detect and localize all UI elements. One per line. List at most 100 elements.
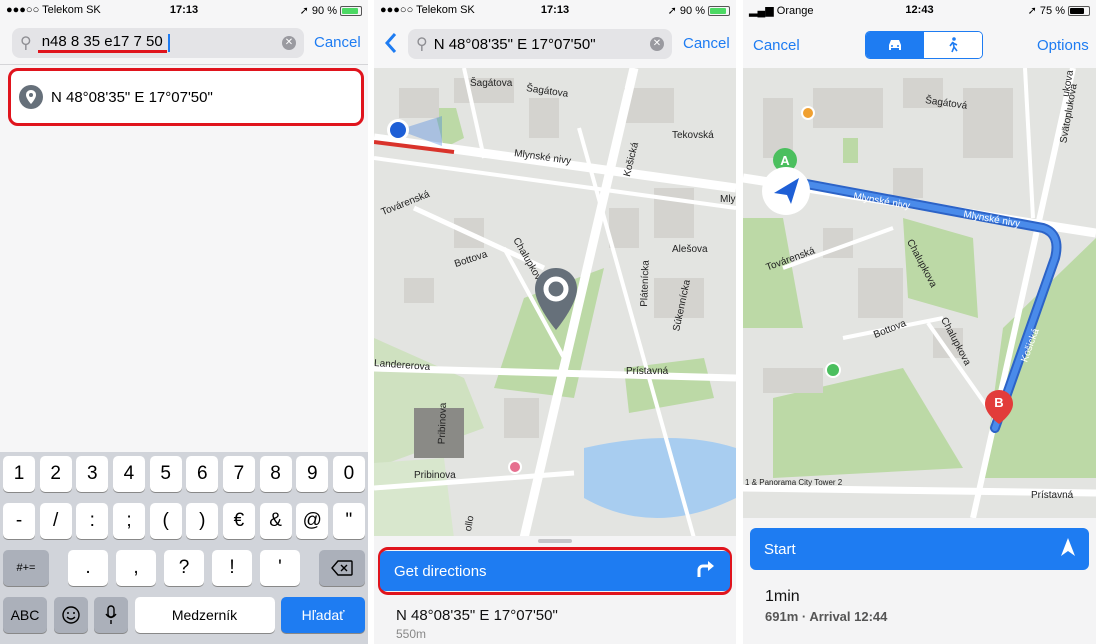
search-screen: ●●●○○ Telekom SK 17:13 ➚ 90 % ⚲ n48 8 35… xyxy=(0,0,368,644)
road-label: 1 & Panorama City Tower 2 xyxy=(745,478,843,487)
key-row1-6[interactable]: 7 xyxy=(222,456,255,492)
key-row2-1[interactable]: / xyxy=(39,503,72,539)
battery-status: ➚ 90 % xyxy=(668,4,730,17)
microphone-key[interactable] xyxy=(94,597,128,633)
location-pin-icon xyxy=(19,85,43,109)
key-row2-3[interactable]: ; xyxy=(112,503,145,539)
backspace-key[interactable] xyxy=(319,550,365,586)
keyboard: 1234567890 - /:;() € & @ " #+= .,?! ' ABC Medz… xyxy=(0,452,368,644)
key-row2-7[interactable]: & xyxy=(259,503,292,539)
status-bar: ●●●○○ Telekom SK 17:13 ➚ 90 % xyxy=(0,0,368,20)
map-view[interactable]: Šagátova Šagátova Tekovská Mlynské nivy … xyxy=(374,68,736,538)
key-row1-0[interactable]: 1 xyxy=(3,456,35,492)
back-icon[interactable] xyxy=(384,32,398,59)
key-row1-3[interactable]: 4 xyxy=(112,456,145,492)
battery-icon xyxy=(1068,5,1090,16)
map-place-screen: ●●●○○ Telekom SK 17:13 ➚ 90 % ⚲ N 48°08'… xyxy=(374,0,736,644)
clear-icon[interactable]: ✕ xyxy=(650,37,664,51)
cancel-button[interactable]: Cancel xyxy=(753,37,800,54)
car-mode-button[interactable] xyxy=(866,32,924,58)
cancel-button[interactable]: Cancel xyxy=(683,35,730,52)
carrier-label: ▂▄▆ Orange xyxy=(749,4,814,17)
key-row1-9[interactable]: 0 xyxy=(332,456,365,492)
road-label: Pribinova xyxy=(436,402,450,445)
cancel-button[interactable]: Cancel xyxy=(314,34,361,51)
map-canvas xyxy=(743,68,1096,518)
key-row1-1[interactable]: 2 xyxy=(39,456,72,492)
start-label: Start xyxy=(764,540,796,558)
battery-icon xyxy=(340,5,362,16)
options-button[interactable]: Options xyxy=(1037,37,1089,54)
search-query: N 48°08'35" E 17°07'50" xyxy=(433,35,596,53)
text-cursor xyxy=(167,34,170,52)
place-name: N 48°08'35" E 17°07'50" xyxy=(396,607,558,624)
navigation-arrow-icon xyxy=(761,166,811,221)
get-directions-button[interactable]: Get directions xyxy=(380,551,730,591)
key-row3-0[interactable]: . xyxy=(68,550,108,586)
battery-icon xyxy=(708,5,730,16)
key-row2-5[interactable]: ) xyxy=(186,503,219,539)
key-row2-6[interactable]: € xyxy=(222,503,255,539)
drag-handle[interactable] xyxy=(538,539,572,543)
search-result-item[interactable]: N 48°08'35" E 17°07'50" xyxy=(8,68,364,126)
search-input[interactable]: ⚲ N 48°08'35" E 17°07'50" ✕ xyxy=(408,29,672,59)
search-icon: ⚲ xyxy=(20,35,32,52)
car-icon xyxy=(889,40,901,50)
key-row2-2[interactable]: : xyxy=(76,503,109,539)
result-label: N 48°08'35" E 17°07'50" xyxy=(51,88,213,106)
status-bar: ●●●○○ Telekom SK 17:13 ➚ 90 % xyxy=(374,0,736,20)
route-duration: 1min xyxy=(765,588,800,605)
key-row2-8[interactable]: @ xyxy=(296,503,329,539)
key-row1-5[interactable]: 6 xyxy=(186,456,219,492)
walk-mode-button[interactable] xyxy=(924,32,982,58)
search-input[interactable]: ⚲ n48 8 35 e17 7 50 ✕ xyxy=(12,28,304,58)
start-button[interactable]: Start xyxy=(750,528,1089,570)
divider xyxy=(0,64,368,65)
walk-icon xyxy=(949,37,958,53)
road-label: Šagátova xyxy=(470,78,513,89)
museum-icon xyxy=(825,362,841,378)
marker-b: B xyxy=(985,390,1013,424)
status-bar: ▂▄▆ Orange 12:43 ➚ 75 % xyxy=(743,0,1096,20)
search-key[interactable]: Hľadať xyxy=(281,597,365,633)
place-distance: 550m xyxy=(396,627,427,641)
place-card: Get directions N 48°08'35" E 17°07'50" 5… xyxy=(374,536,736,644)
key-row2-0[interactable]: - xyxy=(3,503,35,539)
carrier-label: ●●●○○ Telekom SK xyxy=(380,4,475,16)
key-row3-3[interactable]: ! xyxy=(212,550,252,586)
divider xyxy=(736,0,743,644)
space-key[interactable]: Medzerník xyxy=(134,597,275,633)
key-abc[interactable]: ABC xyxy=(3,597,47,633)
key-row1-8[interactable]: 9 xyxy=(296,456,329,492)
road-label: Prístavná xyxy=(1031,490,1074,501)
road-label: Plátenícka xyxy=(639,259,652,308)
get-directions-label: Get directions xyxy=(394,562,487,580)
carrier-label: ●●●○○ Telekom SK xyxy=(6,4,101,16)
key-row1-7[interactable]: 8 xyxy=(259,456,292,492)
transport-mode-toggle[interactable] xyxy=(865,31,983,59)
road-label: Alešova xyxy=(672,244,708,255)
key-symbols[interactable]: #+= xyxy=(3,550,49,586)
battery-status: ➚ 75 % xyxy=(1028,4,1090,17)
road-label: Tekovská xyxy=(672,130,714,141)
destination-pin-icon xyxy=(534,268,578,335)
key-row3-4[interactable]: ' xyxy=(260,550,300,586)
key-row2-4[interactable]: ( xyxy=(149,503,182,539)
key-row1-4[interactable]: 5 xyxy=(149,456,182,492)
key-row1-2[interactable]: 3 xyxy=(76,456,109,492)
clear-icon[interactable]: ✕ xyxy=(282,36,296,50)
current-location-icon xyxy=(384,116,444,157)
search-icon: ⚲ xyxy=(416,36,428,53)
turn-right-icon xyxy=(696,559,716,583)
map-view[interactable]: Šagátová Svätoplukova ukova Mlynské nivy… xyxy=(743,68,1096,518)
key-row3-2[interactable]: ? xyxy=(164,550,204,586)
route-screen: ▂▄▆ Orange 12:43 ➚ 75 % Cancel Options Š… xyxy=(743,0,1096,644)
road-label: Prístavná xyxy=(626,366,669,377)
emoji-key[interactable] xyxy=(53,597,88,633)
key-row3-1[interactable]: , xyxy=(116,550,156,586)
marker-b-label: B xyxy=(994,395,1004,410)
key-row2-9[interactable]: " xyxy=(332,503,365,539)
battery-status: ➚ 90 % xyxy=(300,4,362,17)
poi-icon xyxy=(801,106,815,120)
navigation-icon xyxy=(1061,538,1075,560)
